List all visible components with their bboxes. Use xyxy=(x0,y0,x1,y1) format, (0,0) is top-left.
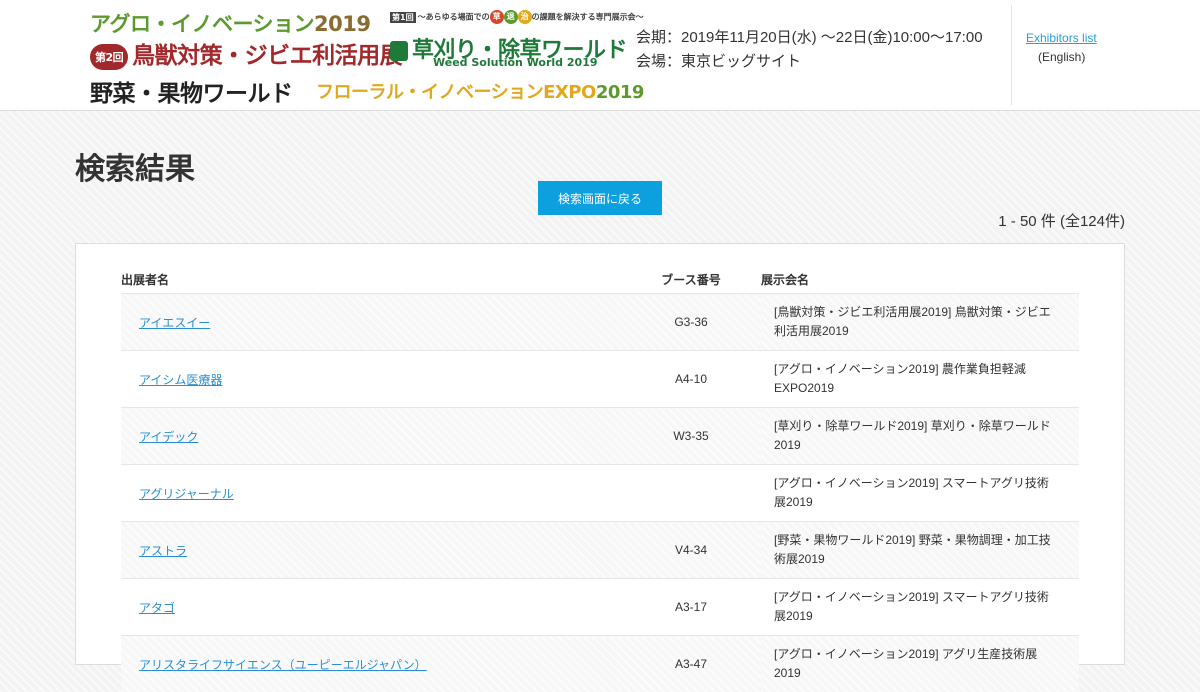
exhibitor-link[interactable]: アグリジャーナル xyxy=(139,487,234,501)
exhibition-cell: [鳥獣対策・ジビエ利活用展2019] 鳥獣対策・ジビエ利活用展2019 xyxy=(761,294,1079,351)
logo-tagline: 第1回～あらゆる場面での草退治の課題を解決する専門展示会～ xyxy=(390,10,644,24)
exhibitor-cell: アイシム医療器 xyxy=(121,351,621,408)
exhibitor-link[interactable]: アタゴ xyxy=(139,601,175,615)
header-divider xyxy=(1011,5,1012,105)
exhibition-cell: [アグロ・イノベーション2019] スマートアグリ技術展2019 xyxy=(761,579,1079,636)
exhibitor-cell: アイエスイー xyxy=(121,294,621,351)
booth-cell xyxy=(621,465,761,522)
exhibitor-cell: アタゴ xyxy=(121,579,621,636)
exhibitor-link[interactable]: アイデック xyxy=(139,430,198,444)
event-dates: 会期：2019年11月20日(水) ～22日(金)10:00～17:00 会場：… xyxy=(636,26,983,74)
exhibitor-link[interactable]: アリスタライフサイエンス（ユーピーエルジャパン） xyxy=(139,658,427,672)
table-header-row: 出展者名 ブース番号 展示会名 xyxy=(121,266,1079,294)
event-logo[interactable]: アグロ・イノベーション2019 第1回～あらゆる場面での草退治の課題を解決する専… xyxy=(88,6,633,106)
results-panel: 出展者名 ブース番号 展示会名 アイエスイー G3-36 [鳥獣対策・ジビエ利活… xyxy=(75,243,1125,665)
booth-cell: V4-34 xyxy=(621,522,761,579)
header-exhibitor-name: 出展者名 xyxy=(121,266,621,294)
back-to-search-button[interactable]: 検索画面に戻る xyxy=(538,181,662,215)
result-count: 1 - 50 件 (全124件) xyxy=(998,210,1125,231)
table-row: アリスタライフサイエンス（ユーピーエルジャパン） A3-47 [アグロ・イノベー… xyxy=(121,636,1079,692)
logo-floral: フローラル・イノベーションEXPO2019 xyxy=(316,78,644,104)
table-row: アストラ V4-34 [野菜・果物ワールド2019] 野菜・果物調理・加工技術展… xyxy=(121,522,1079,579)
weed-cutter-icon xyxy=(390,41,408,61)
exhibition-cell: [野菜・果物ワールド2019] 野菜・果物調理・加工技術展2019 xyxy=(761,522,1079,579)
table-row: アグリジャーナル [アグロ・イノベーション2019] スマートアグリ技術展201… xyxy=(121,465,1079,522)
exhibitor-link[interactable]: アストラ xyxy=(139,544,187,558)
exhibition-cell: [アグロ・イノベーション2019] アグリ生産技術展2019 xyxy=(761,636,1079,692)
logo-chouju: 第2回鳥獣対策・ジビエ利活用展 xyxy=(90,36,402,70)
booth-cell: A3-47 xyxy=(621,636,761,692)
header-exhibition-name: 展示会名 xyxy=(761,266,1079,294)
booth-cell: A3-17 xyxy=(621,579,761,636)
exhibitor-cell: アイデック xyxy=(121,408,621,465)
header-booth-number: ブース番号 xyxy=(621,266,761,294)
logo-agro: アグロ・イノベーション2019 xyxy=(90,8,370,38)
table-row: アイエスイー G3-36 [鳥獣対策・ジビエ利活用展2019] 鳥獣対策・ジビエ… xyxy=(121,294,1079,351)
english-label: (English) xyxy=(1038,50,1085,64)
exhibition-cell: [アグロ・イノベーション2019] スマートアグリ技術展2019 xyxy=(761,465,1079,522)
results-table: 出展者名 ブース番号 展示会名 アイエスイー G3-36 [鳥獣対策・ジビエ利活… xyxy=(121,266,1079,692)
event-period: 会期：2019年11月20日(水) ～22日(金)10:00～17:00 xyxy=(636,26,983,50)
event-venue: 会場：東京ビッグサイト xyxy=(636,50,983,74)
exhibitor-link[interactable]: アイシム医療器 xyxy=(139,373,222,387)
logo-weed-subtitle: Weed Solution World 2019 xyxy=(433,56,598,69)
logo-yasai: 野菜・果物ワールド xyxy=(90,74,293,108)
exhibitor-link[interactable]: アイエスイー xyxy=(139,316,210,330)
exhibitor-cell: アリスタライフサイエンス（ユーピーエルジャパン） xyxy=(121,636,621,692)
exhibition-cell: [アグロ・イノベーション2019] 農作業負担軽減EXPO2019 xyxy=(761,351,1079,408)
table-row: アタゴ A3-17 [アグロ・イノベーション2019] スマートアグリ技術展20… xyxy=(121,579,1079,636)
exhibition-cell: [草刈り・除草ワールド2019] 草刈り・除草ワールド2019 xyxy=(761,408,1079,465)
booth-cell: W3-35 xyxy=(621,408,761,465)
table-row: アイデック W3-35 [草刈り・除草ワールド2019] 草刈り・除草ワールド2… xyxy=(121,408,1079,465)
exhibitor-cell: アグリジャーナル xyxy=(121,465,621,522)
page-title: 検索結果 xyxy=(75,144,195,188)
site-header: アグロ・イノベーション2019 第1回～あらゆる場面での草退治の課題を解決する専… xyxy=(0,0,1200,111)
exhibitors-list-link[interactable]: Exhibitors list xyxy=(1026,31,1097,45)
booth-cell: A4-10 xyxy=(621,351,761,408)
booth-cell: G3-36 xyxy=(621,294,761,351)
table-row: アイシム医療器 A4-10 [アグロ・イノベーション2019] 農作業負担軽減E… xyxy=(121,351,1079,408)
exhibitor-cell: アストラ xyxy=(121,522,621,579)
